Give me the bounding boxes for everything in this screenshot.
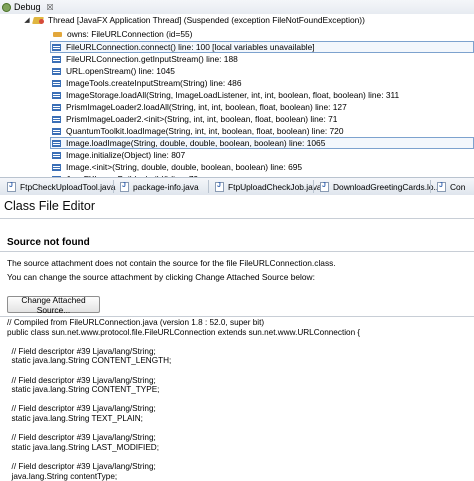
stack-frame-icon	[52, 116, 61, 123]
stack-frame-icon	[52, 128, 61, 135]
editor-tab-label: FtpCheckUploadTool.java	[20, 182, 115, 192]
stack-frame-row[interactable]: Image.loadImage(String, double, double, …	[50, 137, 474, 149]
editor-tab-label: package-info.java	[133, 182, 199, 192]
info-line-2: You can change the source attachment by …	[7, 272, 315, 282]
stack-frame-icon	[52, 68, 61, 75]
change-attached-source-button[interactable]: Change Attached Source...	[7, 296, 100, 313]
stack-frame-label: Image.initialize(Object) line: 807	[66, 150, 185, 160]
source-not-found-heading: Source not found	[7, 237, 90, 248]
divider	[0, 218, 474, 219]
editor-title: Class File Editor	[4, 199, 95, 213]
stack-frame-row[interactable]: FileURLConnection.connect() line: 100 [l…	[50, 41, 474, 53]
java-file-icon	[215, 182, 224, 192]
divider	[0, 316, 474, 317]
stack-frame-row[interactable]: PrismImageLoader2.loadAll(String, int, i…	[50, 101, 474, 113]
stack-frame-icon	[52, 80, 61, 87]
code-line	[7, 395, 473, 405]
class-file-editor: Class File Editor Source not found The s…	[0, 195, 474, 475]
thread-label: Thread [JavaFX Application Thread] (Susp…	[48, 15, 365, 25]
suspended-thread-icon	[33, 16, 44, 25]
code-line: static java.lang.String CONTENT_LENGTH;	[7, 356, 473, 366]
editor-tab-label: DownloadGreetingCards.lo...	[333, 182, 441, 192]
stack-frame-row[interactable]: FileURLConnection.getInputStream() line:…	[50, 53, 474, 65]
stack-frame-label: PrismImageLoader2.loadAll(String, int, i…	[66, 102, 347, 112]
stack-frame-row[interactable]: ImageTools.createInputStream(String) lin…	[50, 77, 474, 89]
tab-separator	[313, 180, 314, 193]
stack-frame-row[interactable]: Image.<init>(String, double, double, boo…	[50, 161, 474, 173]
editor-tab-label: FtpUploadCheckJob.java	[228, 182, 322, 192]
stack-frame-icon	[52, 164, 61, 171]
close-icon[interactable]: ☒	[47, 3, 54, 12]
stack-frame-label: URL.openStream() line: 1045	[66, 66, 175, 76]
stack-frame-icon	[52, 44, 61, 51]
bug-icon	[2, 3, 11, 12]
stack-frame-label: Image.<init>(String, double, double, boo…	[66, 162, 302, 172]
editor-tab[interactable]: FtpCheckUploadTool.java	[4, 178, 113, 195]
code-line: // Field descriptor #39 Ljava/lang/Strin…	[7, 347, 473, 357]
tab-separator	[208, 180, 209, 193]
java-file-icon	[7, 182, 16, 192]
debug-tab-bar: Debug ☒	[0, 0, 474, 14]
java-file-icon	[320, 182, 329, 192]
code-line	[7, 424, 473, 434]
code-line	[7, 366, 473, 376]
stack-frame-label: FileURLConnection.getInputStream() line:…	[66, 54, 238, 64]
code-line: public class sun.net.www.protocol.file.F…	[7, 328, 473, 338]
code-line: // Compiled from FileURLConnection.java …	[7, 318, 473, 328]
code-line	[7, 337, 473, 347]
stack-frame-label: ImageTools.createInputStream(String) lin…	[66, 78, 242, 88]
debug-tab[interactable]: Debug ☒	[0, 0, 66, 14]
stack-frame-icon	[52, 140, 61, 147]
stack-frame-label: QuantumToolkit.loadImage(String, int, in…	[66, 126, 343, 136]
stack-frame-icon	[52, 92, 61, 99]
stack-frame-label: PrismImageLoader2.<init>(String, int, in…	[66, 114, 337, 124]
editor-tab[interactable]: Con	[434, 178, 474, 195]
bytecode-text[interactable]: // Compiled from FileURLConnection.java …	[7, 318, 473, 481]
code-line: // Field descriptor #39 Ljava/lang/Strin…	[7, 376, 473, 386]
thread-row[interactable]: ◢ Thread [JavaFX Application Thread] (Su…	[22, 13, 365, 27]
code-line	[7, 452, 473, 462]
tab-separator	[113, 180, 114, 193]
stack-frame-row[interactable]: QuantumToolkit.loadImage(String, int, in…	[50, 125, 474, 137]
code-line: // Field descriptor #39 Ljava/lang/Strin…	[7, 433, 473, 443]
stack-frame-icon	[52, 104, 61, 111]
code-line: // Field descriptor #39 Ljava/lang/Strin…	[7, 462, 473, 472]
java-file-icon	[437, 182, 446, 192]
code-line: static java.lang.String TEXT_PLAIN;	[7, 414, 473, 424]
stack-frame-icon	[52, 152, 61, 159]
expand-arrow-icon[interactable]: ◢	[22, 16, 32, 24]
stack-frame-label: ImageStorage.loadAll(String, ImageLoadLi…	[66, 90, 399, 100]
info-line-1: The source attachment does not contain t…	[7, 258, 336, 268]
code-line: java.lang.String contentType;	[7, 472, 473, 481]
debug-view: Debug ☒ ◢ Thread [JavaFX Application Thr…	[0, 0, 474, 176]
stack-frame-icon	[52, 56, 61, 63]
code-line: // Field descriptor #39 Ljava/lang/Strin…	[7, 404, 473, 414]
code-line: static java.lang.String CONTENT_TYPE;	[7, 385, 473, 395]
editor-tab-bar: FtpCheckUploadTool.java package-info.java…	[0, 177, 474, 196]
debug-tab-label: Debug	[14, 2, 41, 12]
editor-tab[interactable]: package-info.java	[117, 178, 208, 195]
editor-tab[interactable]: DownloadGreetingCards.lo...	[317, 178, 430, 195]
divider	[0, 251, 474, 252]
tab-separator	[430, 180, 431, 193]
stack-frame-label: FileURLConnection.connect() line: 100 [l…	[66, 42, 315, 52]
stack-frame-row[interactable]: Image.initialize(Object) line: 807	[50, 149, 474, 161]
editor-tab-label: Con	[450, 182, 465, 192]
java-file-icon	[120, 182, 129, 192]
code-line: static java.lang.String LAST_MODIFIED;	[7, 443, 473, 453]
stack-frame-list: FileURLConnection.connect() line: 100 [l…	[50, 41, 474, 185]
monitor-lock-icon	[53, 31, 63, 38]
stack-frame-row[interactable]: PrismImageLoader2.<init>(String, int, in…	[50, 113, 474, 125]
stack-frame-row[interactable]: ImageStorage.loadAll(String, ImageLoadLi…	[50, 89, 474, 101]
editor-tab[interactable]: FtpUploadCheckJob.java	[212, 178, 313, 195]
stack-frame-row[interactable]: URL.openStream() line: 1045	[50, 65, 474, 77]
owns-label: owns: FileURLConnection (id=55)	[67, 29, 192, 39]
owns-row[interactable]: owns: FileURLConnection (id=55)	[53, 27, 192, 41]
stack-frame-label: Image.loadImage(String, double, double, …	[66, 138, 325, 148]
